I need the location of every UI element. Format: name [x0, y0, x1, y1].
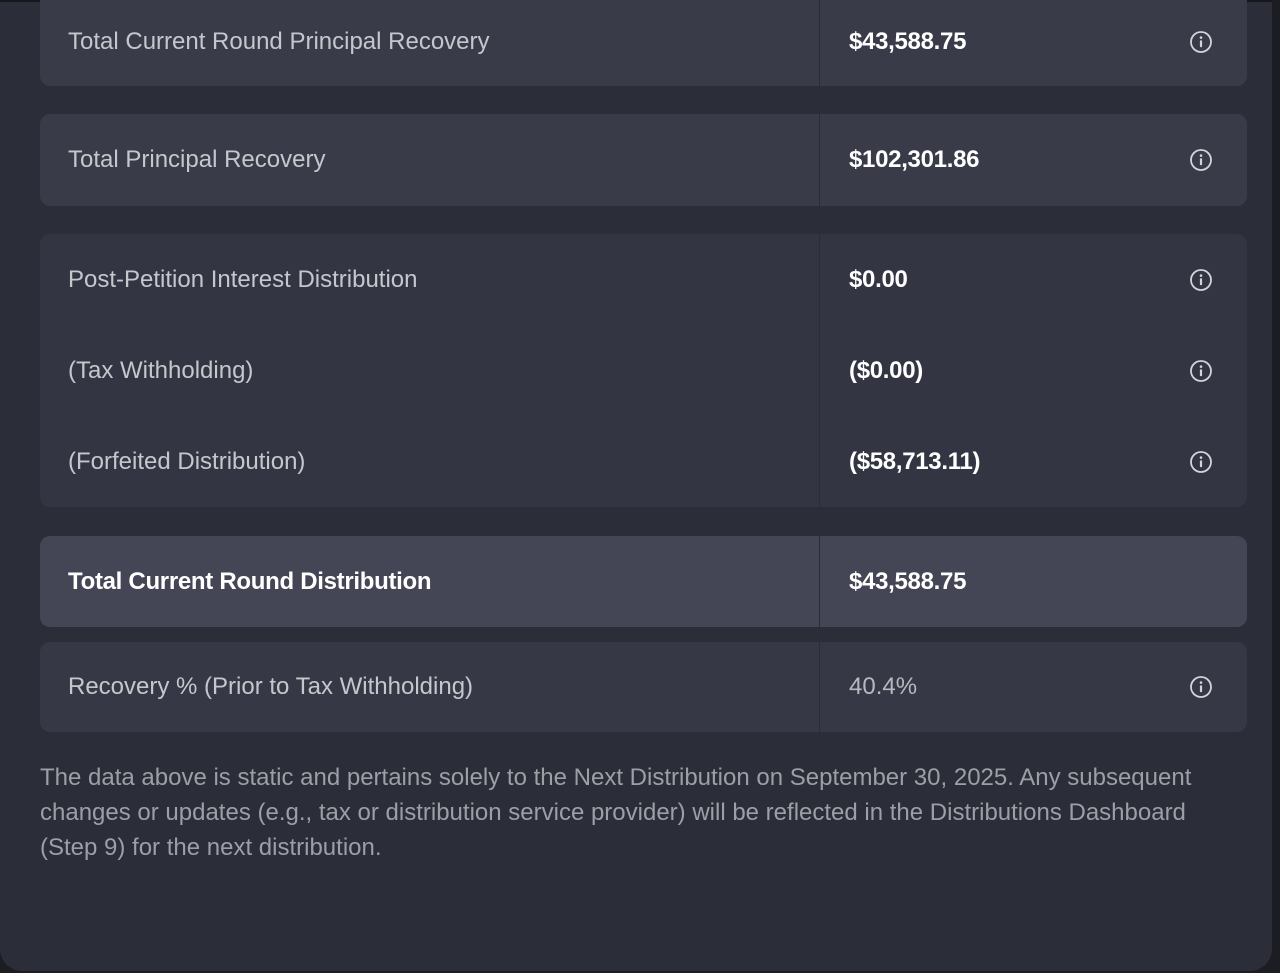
forfeited-distribution-row: (Forfeited Distribution) ($58,713.11) [40, 442, 1247, 482]
recovery-percent-value: 40.4% [849, 673, 918, 700]
total-distribution-row: Total Current Round Distribution $43,588… [40, 562, 1247, 602]
current-round-principal-label: Total Current Round Principal Recovery [68, 28, 490, 55]
tax-withholding-value: ($0.00) [849, 357, 923, 384]
current-round-principal-card: Total Current Round Principal Recovery $… [40, 0, 1247, 86]
current-round-principal-row: Total Current Round Principal Recovery $… [40, 22, 1247, 62]
current-round-principal-value: $43,588.75 [849, 28, 967, 55]
tax-withholding-row: (Tax Withholding) ($0.00) [40, 351, 1247, 391]
tax-withholding-label: (Tax Withholding) [68, 357, 254, 384]
info-icon[interactable] [1189, 268, 1213, 292]
disclaimer-note: The data above is static and pertains so… [40, 764, 1192, 861]
distribution-summary-panel: Total Current Round Principal Recovery $… [0, 0, 1272, 971]
total-principal-row: Total Principal Recovery $102,301.86 [40, 140, 1247, 180]
forfeited-distribution-value: ($58,713.11) [849, 448, 981, 475]
recovery-percent-card: Recovery % (Prior to Tax Withholding) 40… [40, 642, 1247, 732]
total-principal-label: Total Principal Recovery [68, 146, 326, 173]
total-principal-card: Total Principal Recovery $102,301.86 [40, 114, 1247, 206]
forfeited-distribution-label: (Forfeited Distribution) [68, 448, 306, 475]
post-petition-interest-label: Post-Petition Interest Distribution [68, 266, 418, 293]
total-distribution-label: Total Current Round Distribution [68, 568, 432, 595]
info-icon[interactable] [1189, 359, 1213, 383]
post-petition-interest-row: Post-Petition Interest Distribution $0.0… [40, 260, 1247, 300]
info-icon[interactable] [1189, 675, 1213, 699]
recovery-percent-label: Recovery % (Prior to Tax Withholding) [68, 673, 474, 700]
total-distribution-card: Total Current Round Distribution $43,588… [40, 536, 1247, 627]
post-petition-interest-value: $0.00 [849, 266, 908, 293]
info-icon[interactable] [1189, 148, 1213, 172]
total-distribution-value: $43,588.75 [849, 568, 967, 595]
info-icon[interactable] [1189, 450, 1213, 474]
adjustments-card: Post-Petition Interest Distribution $0.0… [40, 234, 1247, 507]
info-icon[interactable] [1189, 30, 1213, 54]
recovery-percent-row: Recovery % (Prior to Tax Withholding) 40… [40, 667, 1247, 707]
total-principal-value: $102,301.86 [849, 146, 980, 173]
